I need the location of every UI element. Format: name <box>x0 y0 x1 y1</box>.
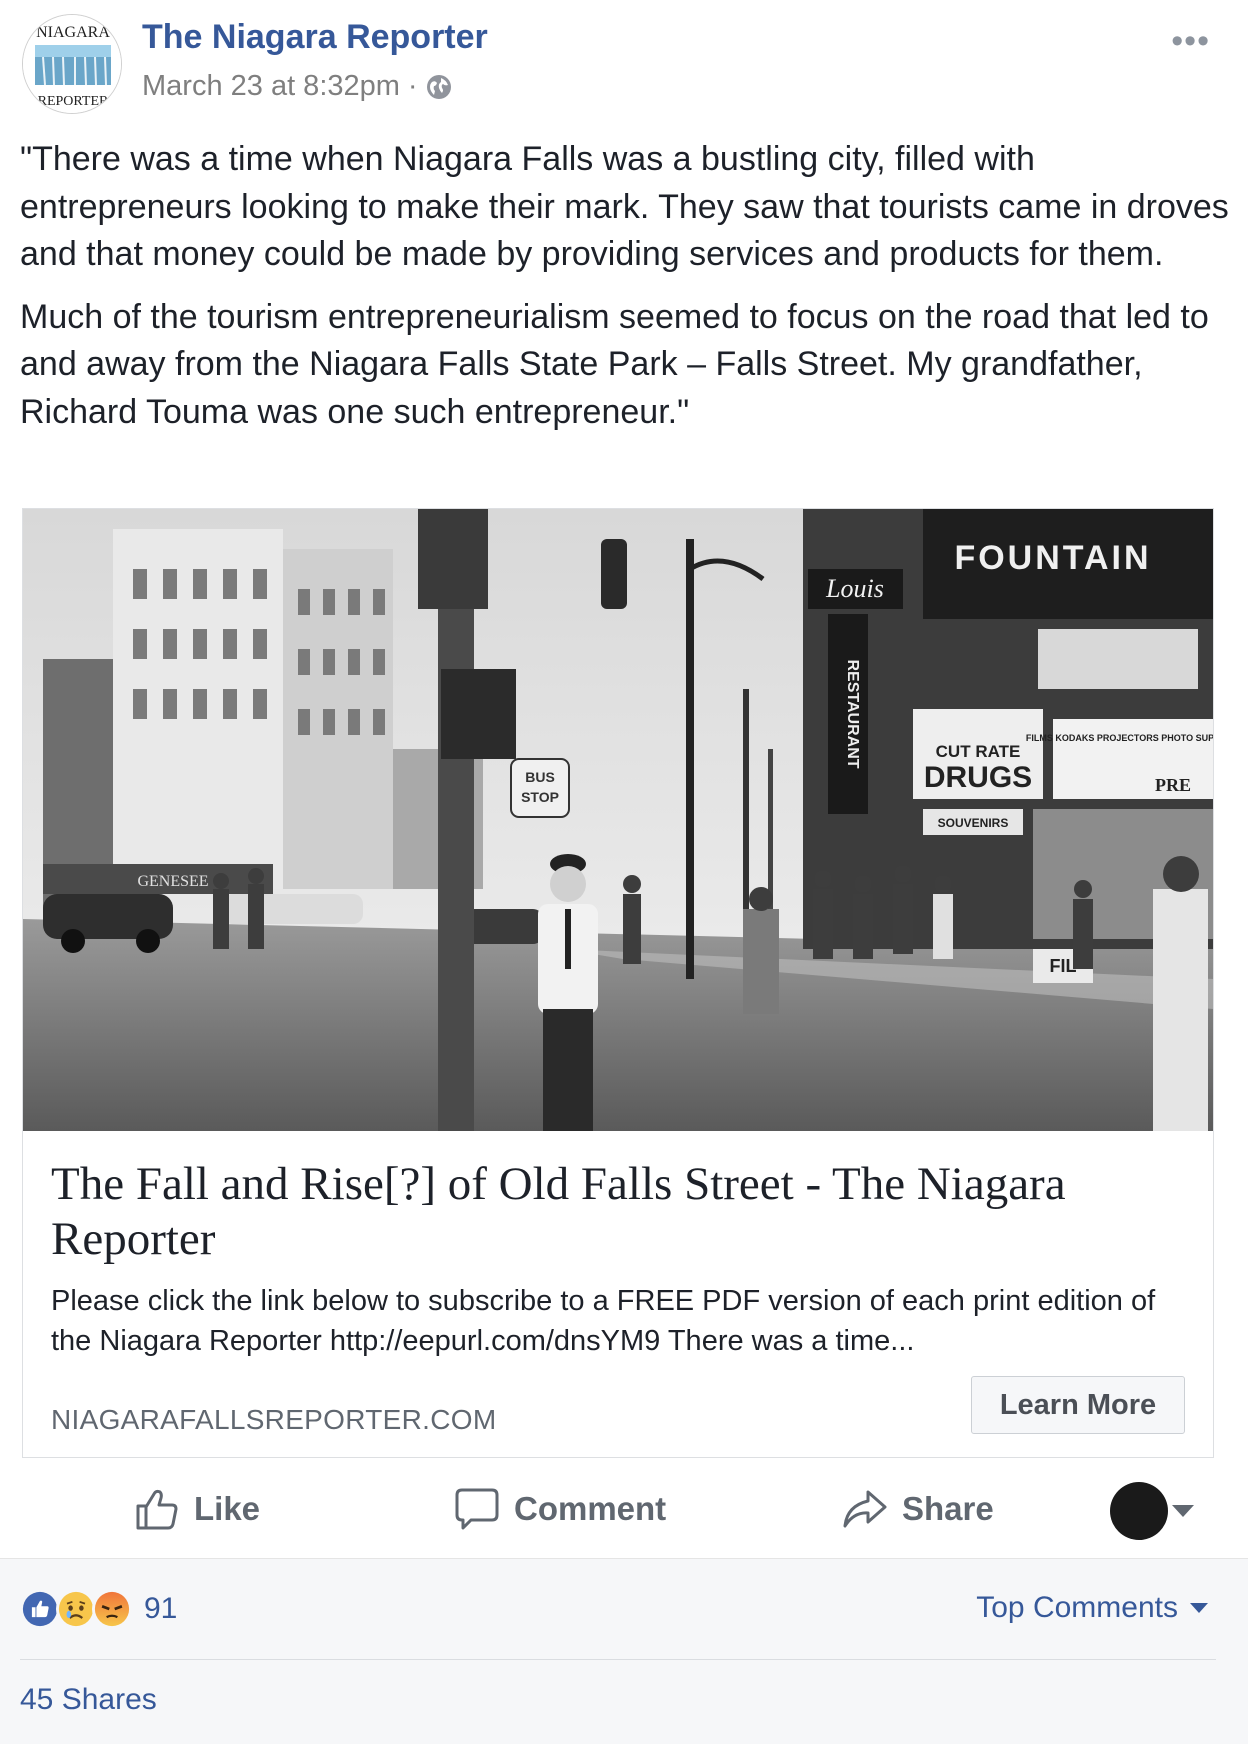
svg-text:SOUVENIRS: SOUVENIRS <box>938 816 1009 830</box>
like-reaction-icon <box>20 1589 60 1629</box>
svg-text:REPORTER: REPORTER <box>38 94 109 109</box>
niagara-reporter-logo: NIAGARA REPORTER <box>23 15 121 113</box>
shares-count-link[interactable]: 45 Shares <box>20 1683 157 1717</box>
card-description: Please click the link below to subscribe… <box>51 1285 1156 1357</box>
comment-label: Comment <box>514 1490 667 1527</box>
top-comments-dropdown[interactable]: Top Comments <box>976 1591 1208 1625</box>
post-paragraph: "There was a time when Niagara Falls was… <box>20 140 1229 273</box>
svg-text:GENESEE: GENESEE <box>137 873 208 890</box>
like-label: Like <box>194 1490 261 1527</box>
like-button[interactable]: Like <box>134 1478 260 1540</box>
share-arrow-icon <box>843 1490 887 1528</box>
link-preview-card[interactable]: GENESEE FOUNTAIN Louis RESTAURANT CUT RA… <box>22 508 1214 1458</box>
card-domain: NIAGARAFALLSREPORTER.COM <box>51 1404 497 1435</box>
page-avatar[interactable]: NIAGARA REPORTER <box>22 14 122 114</box>
post-header: NIAGARA REPORTER The Niagara Reporter Ma… <box>20 12 1230 114</box>
page-name-link[interactable]: The Niagara Reporter <box>142 18 488 57</box>
footer-divider <box>20 1659 1216 1660</box>
svg-text:CUT RATE: CUT RATE <box>936 742 1021 761</box>
post-action-bar: Like Comment Share <box>0 1478 1248 1540</box>
post-meta: March 23 at 8:32pm · <box>142 70 452 103</box>
facebook-post: NIAGARA REPORTER The Niagara Reporter Ma… <box>0 0 1248 1744</box>
reaction-count: 91 <box>144 1592 178 1625</box>
post-timestamp[interactable]: March 23 at 8:32pm <box>142 70 400 103</box>
svg-text:RESTAURANT: RESTAURANT <box>844 659 861 768</box>
svg-text:PRE: PRE <box>1155 775 1191 795</box>
chevron-down-icon <box>1172 1505 1194 1517</box>
learn-more-button[interactable]: Learn More <box>971 1376 1185 1434</box>
card-image[interactable]: GENESEE FOUNTAIN Louis RESTAURANT CUT RA… <box>23 509 1213 1131</box>
card-title[interactable]: The Fall and Rise[?] of Old Falls Street… <box>51 1157 1181 1267</box>
svg-text:FOUNTAIN: FOUNTAIN <box>954 539 1151 577</box>
sad-reaction-icon <box>56 1589 96 1629</box>
svg-text:FILMS KODAKS PROJECTORS PHOTO: FILMS KODAKS PROJECTORS PHOTO SUPPLIES <box>1026 733 1213 743</box>
old-falls-street-photo: GENESEE FOUNTAIN Louis RESTAURANT CUT RA… <box>23 509 1213 1131</box>
svg-text:NIAGARA: NIAGARA <box>36 24 110 41</box>
more-options-button[interactable]: ••• <box>1171 22 1210 61</box>
comment-button[interactable]: Comment <box>454 1478 666 1540</box>
post-body-text: "There was a time when Niagara Falls was… <box>20 136 1230 451</box>
post-footer: 91 Top Comments 45 Shares <box>0 1558 1248 1744</box>
share-label: Share <box>902 1490 994 1527</box>
user-avatar <box>1110 1482 1168 1540</box>
meta-separator: · <box>407 70 418 102</box>
comment-icon <box>455 1488 499 1530</box>
globe-icon[interactable] <box>426 74 452 100</box>
svg-text:BUS: BUS <box>525 769 555 785</box>
angry-reaction-icon <box>92 1589 132 1629</box>
thumbs-up-icon <box>136 1489 178 1530</box>
svg-text:FIL: FIL <box>1050 956 1077 976</box>
svg-text:DRUGS: DRUGS <box>924 761 1032 794</box>
post-as-selector[interactable] <box>1110 1482 1194 1540</box>
svg-text:Louis: Louis <box>825 574 884 603</box>
share-button[interactable]: Share <box>842 1478 994 1540</box>
chevron-down-icon <box>1190 1603 1208 1613</box>
top-comments-label: Top Comments <box>976 1591 1178 1624</box>
reaction-summary[interactable]: 91 <box>20 1589 177 1629</box>
post-paragraph: Much of the tourism entrepreneurialism s… <box>20 297 1209 431</box>
svg-text:STOP: STOP <box>521 789 559 805</box>
